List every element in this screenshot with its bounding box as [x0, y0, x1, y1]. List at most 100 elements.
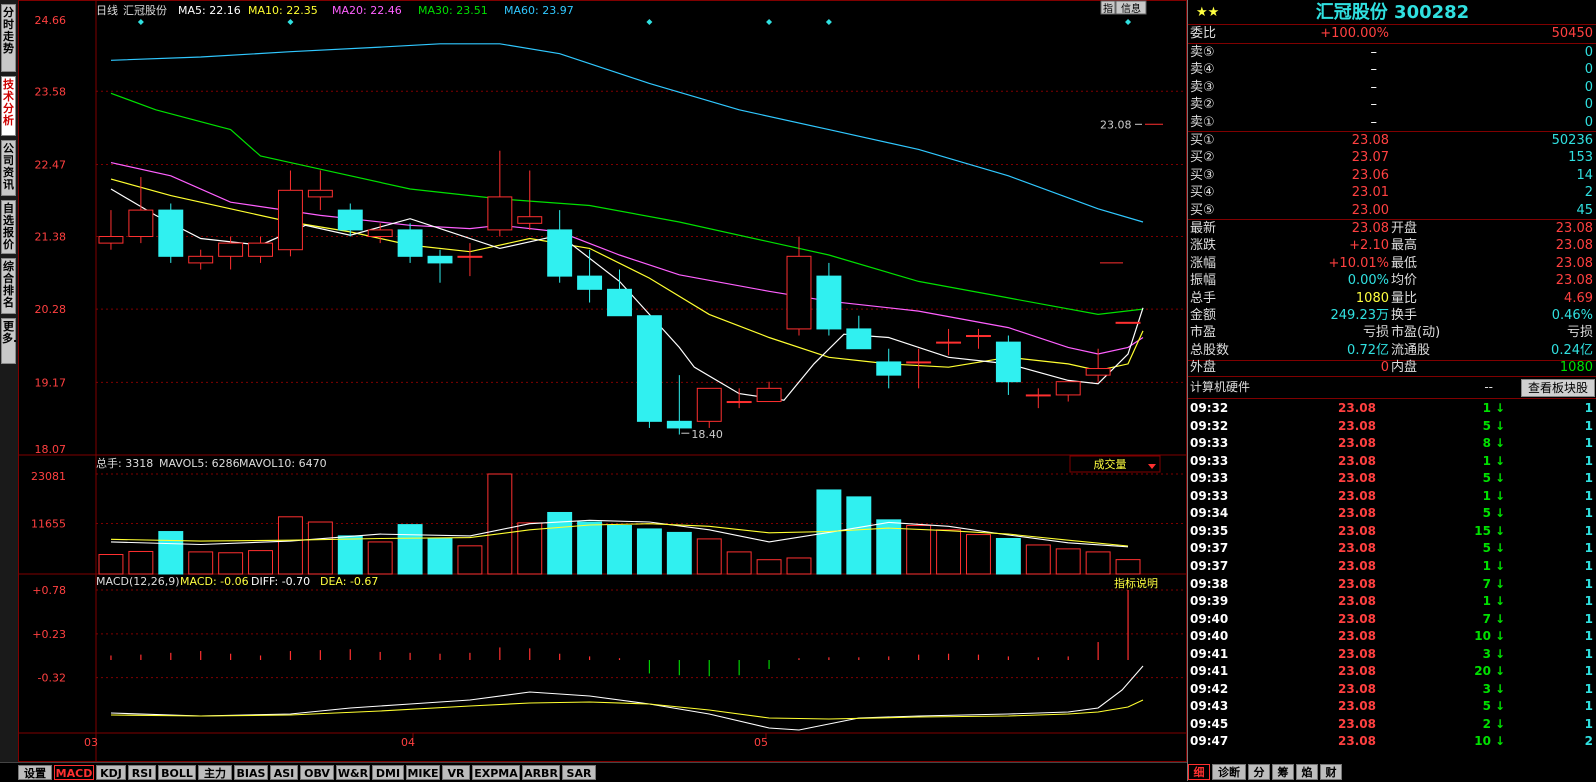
- tick-volume: 7: [1482, 611, 1491, 626]
- buy-level-row[interactable]: 买③ 23.06 14: [1188, 167, 1596, 185]
- indicator-tab-12[interactable]: VR: [442, 765, 470, 780]
- candle[interactable]: [936, 328, 962, 356]
- candle[interactable]: [995, 335, 1021, 395]
- left-tab-5[interactable]: 更多...: [1, 318, 26, 364]
- tick-row: 09:40 23.08 10 ↓ 1: [1188, 627, 1596, 645]
- candle[interactable]: [98, 210, 124, 250]
- indicator-tab-4[interactable]: BOLL: [158, 765, 196, 780]
- left-tab-0[interactable]: 分时走势: [1, 4, 16, 72]
- tick-time: 09:47: [1190, 734, 1229, 749]
- candle[interactable]: [307, 170, 333, 211]
- tick-row: 09:42 23.08 3 ↓ 1: [1188, 680, 1596, 698]
- event-marker[interactable]: [766, 19, 773, 25]
- left-tab-1[interactable]: 技术分析: [1, 76, 16, 136]
- buy-level-row[interactable]: 买① 23.08 50236: [1188, 132, 1596, 150]
- tick-price: 23.08: [1338, 664, 1376, 679]
- event-marker[interactable]: [287, 19, 294, 25]
- quote-tab-3[interactable]: 筹: [1272, 764, 1294, 780]
- candle[interactable]: [128, 177, 154, 244]
- event-marker[interactable]: [646, 19, 653, 25]
- candle[interactable]: [397, 223, 423, 263]
- indicator-tab-10[interactable]: DMI: [372, 765, 404, 780]
- candle[interactable]: [726, 388, 752, 409]
- volume-tick-label: 23081: [31, 470, 66, 483]
- indicator-tab-2[interactable]: KDJ: [96, 765, 126, 780]
- quote-tab-2[interactable]: 分: [1248, 764, 1270, 780]
- candle[interactable]: [1055, 381, 1081, 402]
- ma-legend-2: MA20: 22.46: [332, 4, 402, 17]
- left-tab-3[interactable]: 自选报价: [1, 200, 16, 254]
- period-label: 日线: [96, 3, 118, 17]
- view-sector-stocks-button[interactable]: 查看板块股: [1520, 379, 1595, 397]
- candle[interactable]: [846, 315, 872, 350]
- candle[interactable]: [547, 210, 573, 283]
- arrow-down-icon: ↓: [1494, 576, 1505, 591]
- indicator-tab-7[interactable]: ASI: [270, 765, 298, 780]
- quote-tab-4[interactable]: 焰: [1296, 764, 1318, 780]
- indicator-tab-15[interactable]: SAR: [562, 765, 596, 780]
- buy-level-price: 23.08: [1351, 133, 1389, 148]
- indicator-tab-6[interactable]: BIAS: [234, 765, 268, 780]
- event-marker[interactable]: [825, 19, 832, 25]
- tick-price: 23.08: [1338, 471, 1376, 486]
- buy-level-row[interactable]: 买② 23.07 153: [1188, 149, 1596, 167]
- sell-level-row[interactable]: 卖⑤ – 0: [1188, 44, 1596, 62]
- tick-row: 09:41 23.08 3 ↓ 1: [1188, 645, 1596, 663]
- candle[interactable]: [457, 243, 483, 277]
- candle[interactable]: [696, 387, 722, 428]
- tick-time: 09:37: [1190, 558, 1229, 573]
- candle[interactable]: [816, 262, 842, 336]
- tick-time: 09:42: [1190, 681, 1229, 696]
- kline-chart[interactable]: 24.66 23.58 22.47 21.38 20.28 19.17 18.07 日线 汇冠股…: [18, 0, 1187, 762]
- indicator-tab-8[interactable]: OBV: [300, 765, 334, 780]
- candle[interactable]: [337, 203, 363, 237]
- quote-tab-1[interactable]: 诊断: [1212, 764, 1246, 780]
- tick-volume: 1: [1482, 453, 1491, 468]
- candle[interactable]: [1085, 348, 1111, 382]
- sell-level-row[interactable]: 卖① – 0: [1188, 114, 1596, 132]
- buy-level-row[interactable]: 买⑤ 23.00 45: [1188, 202, 1596, 220]
- indicator-tab-9[interactable]: W&R: [336, 765, 370, 780]
- stock-name-label: 汇冠股份: [123, 4, 167, 17]
- tick-count: 1: [1584, 576, 1593, 591]
- indicator-tab-5[interactable]: 主力: [198, 765, 232, 780]
- indicator-tab-14[interactable]: ARBR: [522, 765, 560, 780]
- candle[interactable]: [1115, 321, 1141, 324]
- tick-price: 23.08: [1338, 436, 1376, 451]
- stat-value: 0.24亿: [1551, 342, 1593, 358]
- event-marker[interactable]: [1125, 19, 1132, 25]
- tick-price: 23.08: [1338, 594, 1376, 609]
- candle[interactable]: [786, 236, 812, 336]
- candle[interactable]: [966, 328, 991, 349]
- indicator-tab-1[interactable]: MACD: [54, 765, 94, 780]
- volume-bar: [397, 524, 423, 575]
- candle[interactable]: [636, 315, 662, 428]
- buy-level-label: 买①: [1190, 133, 1215, 148]
- candle[interactable]: [188, 249, 214, 270]
- buy-level-row[interactable]: 买④ 23.01 2: [1188, 184, 1596, 202]
- diff-line: [110, 665, 1144, 731]
- indicator-tab-13[interactable]: EXPMA: [472, 765, 520, 780]
- event-marker[interactable]: [137, 19, 144, 25]
- stat-value: 0: [1380, 360, 1389, 376]
- candle[interactable]: [487, 150, 513, 237]
- candle[interactable]: [1025, 388, 1051, 409]
- candle[interactable]: [666, 375, 692, 435]
- sell-level-row[interactable]: 卖③ – 0: [1188, 79, 1596, 97]
- sell-level-row[interactable]: 卖④ – 0: [1188, 61, 1596, 79]
- quote-tab-5[interactable]: 财: [1320, 764, 1342, 780]
- candle[interactable]: [158, 203, 184, 263]
- left-tab-4[interactable]: 综合排名: [1, 258, 16, 314]
- candle[interactable]: [248, 236, 273, 263]
- indicator-tab-0[interactable]: 设置: [18, 765, 52, 780]
- indicator-tab-3[interactable]: RSI: [128, 765, 156, 780]
- quote-tab-0[interactable]: 细: [1188, 764, 1210, 780]
- candle[interactable]: [607, 269, 632, 317]
- left-tab-2[interactable]: 公司资讯: [1, 140, 16, 196]
- sell-level-row[interactable]: 卖② – 0: [1188, 96, 1596, 114]
- candle[interactable]: [277, 170, 303, 257]
- indicator-tab-11[interactable]: MIKE: [406, 765, 440, 780]
- candle[interactable]: [427, 249, 453, 283]
- candle[interactable]: [756, 381, 782, 403]
- candle[interactable]: [577, 249, 603, 303]
